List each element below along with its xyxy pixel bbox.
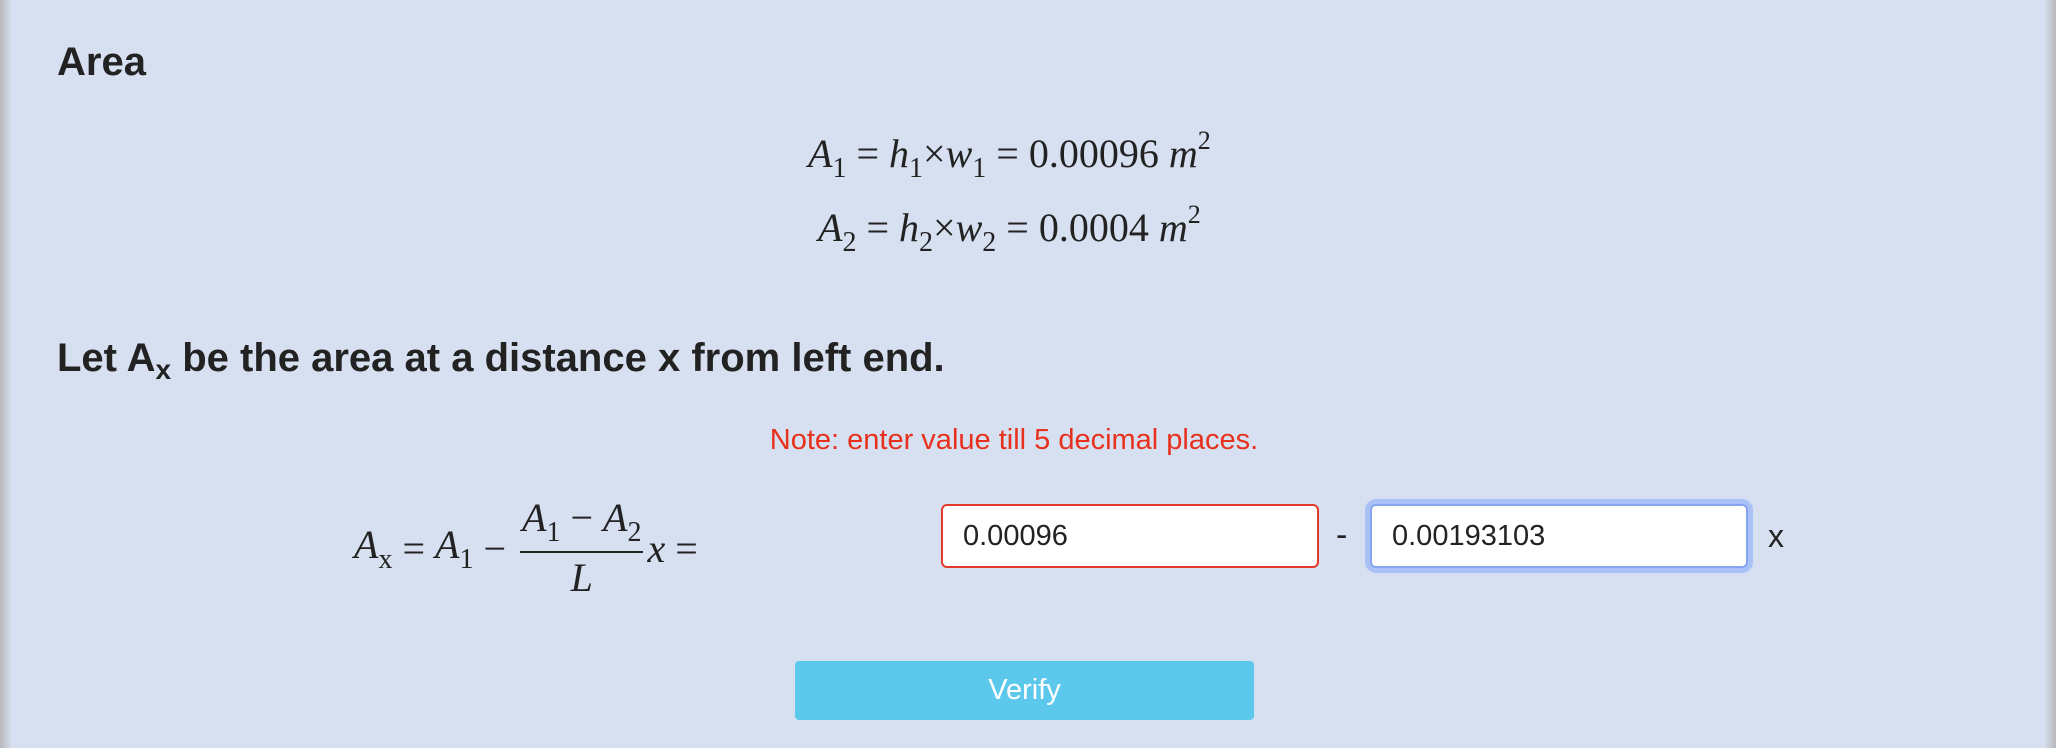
- second-value-input[interactable]: [1370, 504, 1748, 568]
- area-equation-1: A1 = h1×w1 = 0.00096 m2: [808, 126, 1211, 184]
- area-at-x-formula: Ax = A1 − A1 − A2 L x =: [354, 495, 698, 601]
- verify-button[interactable]: Verify: [795, 661, 1254, 720]
- x-variable-label: x: [1768, 518, 1784, 554]
- right-shadow: [2044, 0, 2056, 748]
- first-value-input[interactable]: [941, 504, 1319, 568]
- let-heading: Let Ax be the area at a distance x from …: [57, 336, 945, 385]
- decimal-note: Note: enter value till 5 decimal places.: [769, 424, 1259, 456]
- area-equation-2: A2 = h2×w2 = 0.0004 m2: [818, 200, 1201, 258]
- formula-fraction: A1 − A2 L: [520, 495, 644, 601]
- page-panel: Area A1 = h1×w1 = 0.00096 m2 A2 = h2×w2 …: [0, 0, 2056, 748]
- minus-separator: -: [1336, 516, 1348, 554]
- area-heading: Area: [57, 40, 146, 84]
- left-shadow: [0, 0, 12, 748]
